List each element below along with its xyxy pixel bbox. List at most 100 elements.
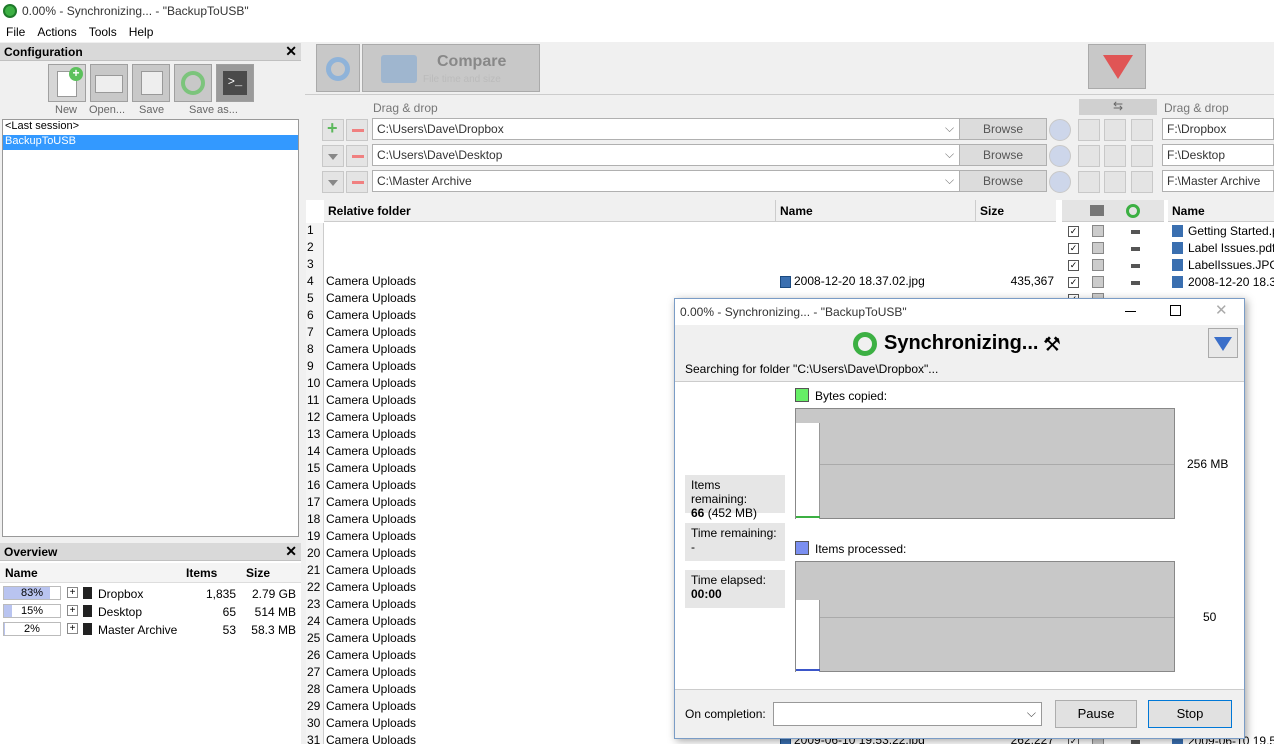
settings-button[interactable]	[316, 44, 360, 92]
pause-button[interactable]: Pause	[1055, 700, 1137, 728]
funnel-icon[interactable]	[1104, 119, 1126, 141]
expand-icon[interactable]: +	[67, 623, 78, 634]
table-row[interactable]: 2 ✓ Label Issues.pdf	[306, 240, 1274, 257]
time-remaining-label: Time remaining:	[691, 526, 777, 540]
direction-icon[interactable]	[1131, 230, 1140, 234]
gear-icon[interactable]	[1078, 171, 1100, 193]
sync-icon[interactable]	[1126, 204, 1140, 218]
bytes-copied-label: Bytes copied:	[815, 389, 888, 403]
save-as-button[interactable]	[174, 64, 212, 102]
graph-midline	[796, 617, 1174, 618]
relative-folder-cell: Camera Uploads	[326, 665, 417, 679]
column-relative-folder[interactable]: Relative folder	[324, 200, 776, 222]
triangle-down-icon	[328, 180, 338, 186]
direction-icon[interactable]	[1131, 740, 1140, 744]
swap-sides-button[interactable]: ⇆	[1079, 99, 1157, 115]
close-icon[interactable]: ✕	[1215, 301, 1228, 319]
relative-folder-cell: Camera Uploads	[326, 733, 417, 744]
maximize-icon[interactable]	[1170, 305, 1181, 316]
file-icon	[1172, 225, 1183, 237]
database-icon[interactable]	[1049, 145, 1071, 167]
funnel-icon[interactable]	[1104, 145, 1126, 167]
chevron-down-icon[interactable]: ⌵	[945, 173, 954, 188]
funnel-icon[interactable]	[1104, 171, 1126, 193]
overview-row[interactable]: 2% + Master Archive 53 58.3 MB	[0, 620, 300, 638]
add-pair-button[interactable]: +	[322, 118, 344, 141]
save-as-batch-button[interactable]: >_	[216, 64, 254, 102]
minimize-icon[interactable]	[1125, 311, 1136, 312]
direction-icon[interactable]	[1131, 264, 1140, 268]
compare-button[interactable]: Compare File time and size	[362, 44, 540, 92]
right-folder-input[interactable]: F:\Master Archive	[1162, 170, 1274, 192]
column-name[interactable]: Name	[776, 200, 976, 222]
overview-items: 53	[222, 623, 236, 637]
gear-icon[interactable]	[1131, 145, 1153, 167]
open-label: Open...	[89, 104, 126, 116]
database-icon[interactable]	[1049, 171, 1071, 193]
expand-icon[interactable]: +	[67, 587, 78, 598]
checkbox[interactable]: ✓	[1068, 277, 1079, 288]
remove-pair-button[interactable]	[346, 145, 368, 167]
overview-row[interactable]: 83% + Dropbox 1,835 2.79 GB	[0, 584, 300, 602]
gear-icon[interactable]	[1078, 119, 1100, 141]
row-number: 3	[306, 257, 324, 274]
left-folder-input[interactable]: C:\Master Archive	[372, 170, 960, 192]
checkbox[interactable]: ✓	[1068, 226, 1079, 237]
menu-tools[interactable]: Tools	[83, 22, 123, 42]
remove-pair-button[interactable]	[346, 119, 368, 141]
gear-icon[interactable]	[1131, 119, 1153, 141]
table-row[interactable]: 3 ✓ LabelIssues.JPG	[306, 257, 1274, 274]
row-number: 26	[306, 648, 324, 665]
chevron-down-icon[interactable]: ⌵	[945, 147, 954, 162]
menu-help[interactable]: Help	[123, 22, 160, 42]
column-size[interactable]: Size	[246, 566, 270, 580]
checkbox[interactable]: ✓	[1068, 260, 1079, 271]
browse-button[interactable]: Browse	[959, 170, 1047, 192]
column-size[interactable]: Size	[976, 200, 1056, 222]
database-icon[interactable]	[1049, 119, 1071, 141]
menu-actions[interactable]: Actions	[31, 22, 82, 42]
column-items[interactable]: Items	[186, 566, 217, 580]
chevron-down-icon[interactable]: ⌵	[945, 121, 954, 136]
left-folder-input[interactable]: C:\Users\Dave\Desktop	[372, 144, 960, 166]
remove-pair-button[interactable]	[346, 171, 368, 193]
direction-icon[interactable]	[1131, 247, 1140, 251]
left-folder-input[interactable]: C:\Users\Dave\Dropbox	[372, 118, 960, 140]
right-folder-input[interactable]: F:\Desktop	[1162, 144, 1274, 166]
checkbox[interactable]: ✓	[1068, 243, 1079, 254]
overview-items: 1,835	[205, 587, 236, 601]
list-item[interactable]: BackupToUSB	[3, 135, 298, 150]
table-row[interactable]: 4 Camera Uploads 2008-12-20 18.37.02.jpg 43…	[306, 274, 1274, 291]
browse-button[interactable]: Browse	[959, 144, 1047, 166]
table-row[interactable]: 1 ✓ Getting Started.p	[306, 223, 1274, 240]
column-name[interactable]: Name	[5, 566, 38, 580]
expand-icon[interactable]: +	[67, 605, 78, 616]
overview-row[interactable]: 15% + Desktop 65 514 MB	[0, 602, 300, 620]
browse-button[interactable]: Browse	[959, 118, 1047, 140]
percent-bar: 2%	[3, 622, 61, 636]
open-button[interactable]	[90, 64, 128, 102]
configuration-list[interactable]: <Last session> BackupToUSB	[2, 119, 299, 537]
menu-file[interactable]: File	[0, 22, 31, 42]
stop-button[interactable]: Stop	[1148, 700, 1232, 728]
camera-icon[interactable]	[1090, 205, 1104, 216]
column-right-name[interactable]: Name	[1168, 200, 1274, 222]
list-item[interactable]: <Last session>	[3, 120, 298, 135]
filter-button[interactable]	[1088, 44, 1146, 89]
save-button[interactable]	[132, 64, 170, 102]
direction-icon[interactable]	[1131, 281, 1140, 285]
row-number: 30	[306, 716, 324, 733]
gear-icon[interactable]	[1078, 145, 1100, 167]
minimize-to-tray-button[interactable]	[1208, 328, 1238, 358]
move-down-button[interactable]	[322, 171, 344, 193]
row-number: 28	[306, 682, 324, 699]
move-down-button[interactable]	[322, 145, 344, 167]
close-icon[interactable]: ✕	[285, 43, 297, 60]
row-number: 19	[306, 529, 324, 546]
right-folder-input[interactable]: F:\Dropbox	[1162, 118, 1274, 140]
new-button[interactable]: +	[48, 64, 86, 102]
gear-icon[interactable]	[1131, 171, 1153, 193]
close-icon[interactable]: ✕	[285, 543, 297, 560]
app-icon	[3, 4, 17, 18]
on-completion-select[interactable]: ⌵	[773, 702, 1042, 726]
